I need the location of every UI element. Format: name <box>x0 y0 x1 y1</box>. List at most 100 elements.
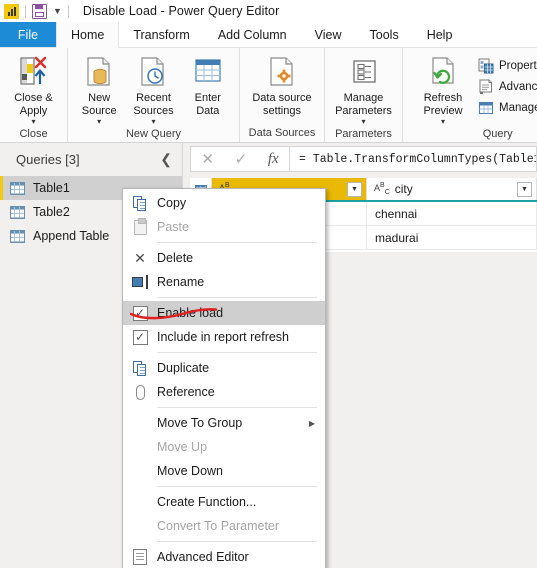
column-header-city[interactable]: ABC city ▼ <box>367 178 537 200</box>
context-menu-separator <box>157 297 317 298</box>
save-icon[interactable] <box>32 3 47 19</box>
advanced-editor-icon <box>478 79 494 95</box>
ribbon-group-label-parameters: Parameters <box>335 128 392 140</box>
close-and-apply-button[interactable]: Close & Apply ▾ <box>5 52 62 126</box>
properties-label: Properties <box>499 60 537 72</box>
context-menu-item-delete[interactable]: ✕ Delete <box>123 246 325 270</box>
context-menu-item-paste: Paste <box>123 215 325 239</box>
delete-icon: ✕ <box>134 250 146 266</box>
filter-dropdown-icon[interactable]: ▼ <box>517 181 532 197</box>
cancel-icon[interactable]: ✕ <box>201 150 214 168</box>
formula-input[interactable]: = Table.TransformColumnTypes(Table1 <box>290 146 537 172</box>
tab-file[interactable]: File <box>0 22 56 47</box>
cell-city: chennai <box>367 202 537 225</box>
titlebar-divider-2 <box>67 4 69 18</box>
context-menu-separator <box>157 242 317 243</box>
context-menu-item-move-to-group[interactable]: Move To Group ▶ <box>123 411 325 435</box>
context-menu-label: Rename <box>157 275 205 289</box>
ribbon-group-parameters: Manage Parameters ▾ Parameters <box>325 48 403 142</box>
properties-button[interactable]: Properties <box>474 56 537 76</box>
query-item-label: Append Table <box>33 229 110 243</box>
tab-tools[interactable]: Tools <box>356 22 413 47</box>
context-menu-label: Delete <box>157 251 194 265</box>
chevron-down-icon[interactable]: ▾ <box>151 117 155 126</box>
reference-icon <box>123 384 157 400</box>
ribbon-group-label-data-sources: Data Sources <box>248 127 316 139</box>
context-menu-item-copy[interactable]: Copy <box>123 191 325 215</box>
recent-sources-label: Recent Sources <box>133 92 174 117</box>
context-menu-item-rename[interactable]: Rename <box>123 270 325 294</box>
context-menu-separator <box>157 352 317 353</box>
context-menu-label: Copy <box>157 196 187 210</box>
context-menu-item-create-function[interactable]: Create Function... <box>123 490 325 514</box>
enter-data-label: Enter Data <box>194 92 221 117</box>
chevron-down-icon[interactable]: ▾ <box>31 117 35 126</box>
manage-parameters-label: Manage Parameters <box>335 92 392 117</box>
manage-label: Manage <box>499 102 537 114</box>
refresh-preview-icon <box>428 55 458 89</box>
context-menu-item-advanced-editor[interactable]: Advanced Editor <box>123 545 325 568</box>
fx-icon[interactable]: fx <box>268 151 279 168</box>
rename-icon <box>123 275 157 289</box>
chevron-right-icon: ▶ <box>308 418 315 428</box>
context-menu-item-convert-to-parameter: Convert To Parameter <box>123 514 325 538</box>
close-and-apply-label: Close & Apply <box>14 92 53 117</box>
context-menu-label: Duplicate <box>157 361 210 375</box>
context-menu-label: Convert To Parameter <box>157 519 280 533</box>
table-icon <box>10 229 25 243</box>
new-source-icon <box>84 55 114 89</box>
manage-button[interactable]: Manage ▾ <box>474 98 537 118</box>
chevron-down-icon[interactable]: ▼ <box>53 6 62 16</box>
tab-help[interactable]: Help <box>413 22 467 47</box>
context-menu-separator <box>157 486 317 487</box>
tab-transform[interactable]: Transform <box>119 22 204 47</box>
context-menu-label: Paste <box>157 220 189 234</box>
context-menu-item-move-down[interactable]: Move Down <box>123 459 325 483</box>
chevron-left-icon[interactable]: ❮ <box>160 151 172 168</box>
context-menu-label: Enable load <box>157 306 224 320</box>
context-menu-separator <box>157 407 317 408</box>
context-menu-item-enable-load[interactable]: ✓ Enable load <box>123 301 325 325</box>
enter-data-icon <box>193 55 223 89</box>
manage-icon <box>478 100 494 116</box>
properties-icon <box>478 58 494 74</box>
formula-bar-buttons: ✕ ✓ fx <box>190 146 290 172</box>
manage-parameters-icon <box>349 55 379 89</box>
ribbon-group-label-close: Close <box>19 128 48 140</box>
duplicate-icon <box>123 360 157 376</box>
chevron-down-icon[interactable]: ▾ <box>361 117 365 126</box>
powerbi-logo-icon <box>4 3 19 19</box>
checkmark-icon[interactable]: ✓ <box>235 150 248 168</box>
tab-home[interactable]: Home <box>56 22 120 48</box>
cell-city: madurai <box>367 226 537 249</box>
filter-dropdown-icon[interactable]: ▼ <box>347 181 362 197</box>
chevron-down-icon[interactable]: ▾ <box>441 117 445 126</box>
manage-parameters-button[interactable]: Manage Parameters ▾ <box>330 52 397 126</box>
new-source-label: New Source <box>81 92 117 117</box>
chevron-down-icon[interactable]: ▾ <box>97 117 101 126</box>
context-menu-item-reference[interactable]: Reference <box>123 380 325 404</box>
data-source-settings-button[interactable]: Data source settings <box>245 52 319 117</box>
query-context-menu: Copy Paste ✕ Delete Rename ✓ Enable load… <box>122 188 326 568</box>
tab-add-column[interactable]: Add Column <box>204 22 301 47</box>
table-icon <box>10 181 25 195</box>
tab-view[interactable]: View <box>301 22 356 47</box>
column-type-icon: ABC <box>374 182 390 196</box>
ribbon-group-label-new-query: New Query <box>125 128 182 140</box>
context-menu-label: Move Up <box>157 440 208 454</box>
data-source-settings-icon <box>267 55 297 89</box>
query-item-label: Table2 <box>33 205 70 219</box>
checkbox-checked-icon[interactable]: ✓ <box>123 329 157 345</box>
ribbon-group-query: Refresh Preview ▾ Propert Advanc Manage … <box>403 48 537 142</box>
enter-data-button[interactable]: Enter Data <box>182 52 234 117</box>
recent-sources-button[interactable]: Recent Sources ▾ <box>127 52 179 126</box>
refresh-preview-button[interactable]: Refresh Preview ▾ <box>414 52 472 126</box>
formula-bar: ✕ ✓ fx = Table.TransformColumnTypes(Tabl… <box>190 146 537 172</box>
context-menu-item-include-in-report-refresh[interactable]: ✓ Include in report refresh <box>123 325 325 349</box>
queries-panel-title: Queries [3] <box>16 152 80 167</box>
new-source-button[interactable]: New Source ▾ <box>73 52 125 126</box>
queries-panel-header: Queries [3] ❮ <box>0 143 182 176</box>
context-menu-item-duplicate[interactable]: Duplicate <box>123 356 325 380</box>
checkbox-checked-icon[interactable]: ✓ <box>123 305 157 321</box>
advanced-editor-button[interactable]: Advanced Editor <box>474 77 537 97</box>
